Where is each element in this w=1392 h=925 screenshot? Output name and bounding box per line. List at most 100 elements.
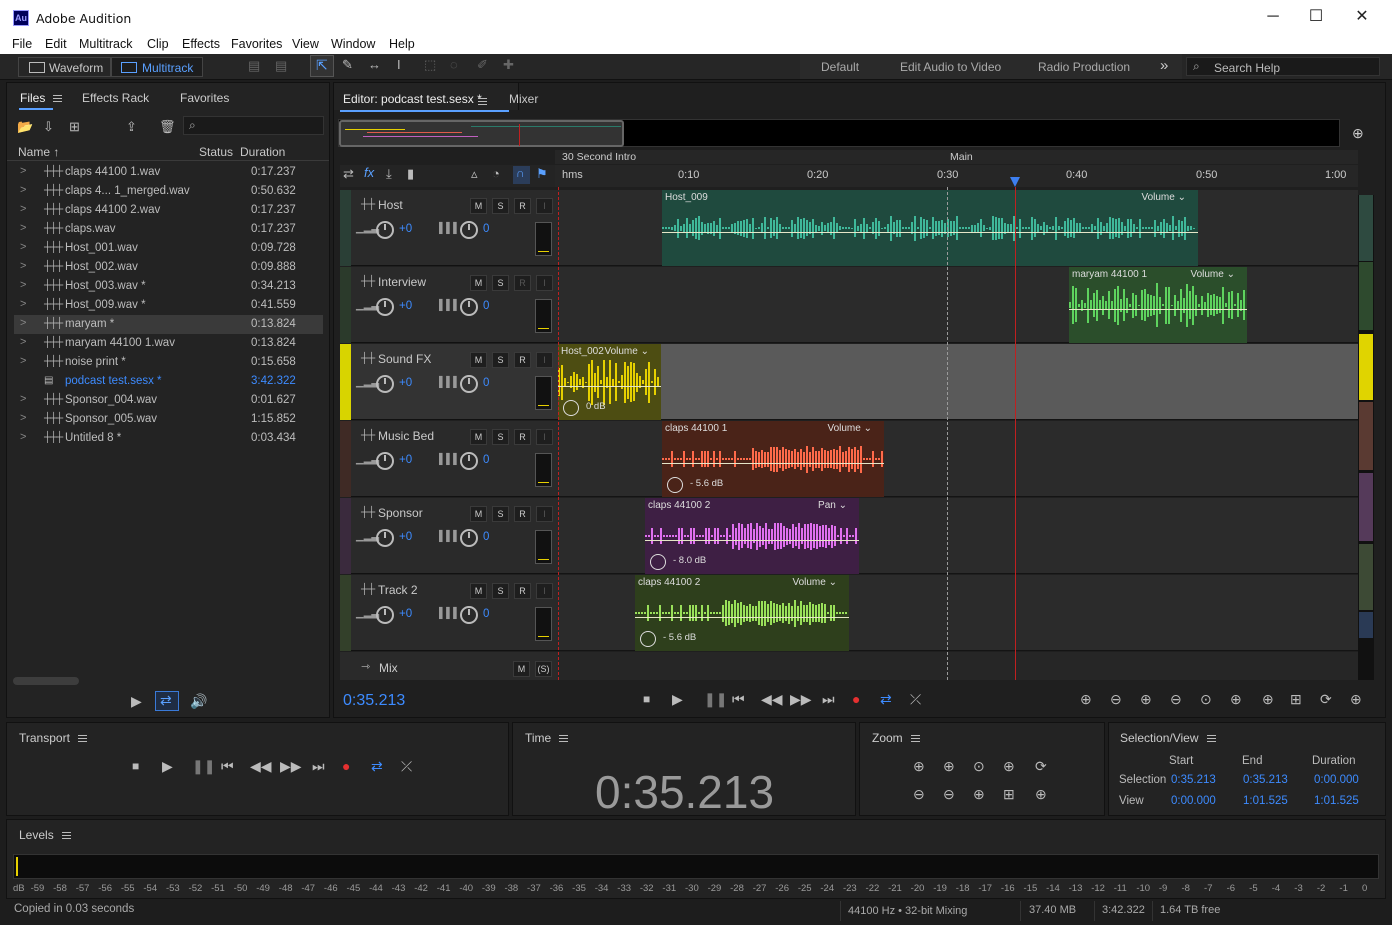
import-file-icon[interactable]: ⇩ — [43, 119, 54, 135]
solo-button[interactable]: S — [492, 352, 509, 368]
zoom-out-full-icon[interactable]: ⊙ — [1200, 691, 1212, 708]
razor-tool-icon[interactable]: ✎ — [342, 57, 353, 73]
zoom-in-at-end-icon[interactable]: ⊕ — [973, 786, 985, 803]
expand-chevron-icon[interactable]: > — [20, 241, 26, 253]
workspace-default[interactable]: Default — [821, 60, 859, 74]
fast-forward-icon[interactable]: ▶▶ — [790, 691, 812, 708]
column-duration[interactable]: Duration — [240, 145, 285, 159]
expand-chevron-icon[interactable]: > — [20, 355, 26, 367]
envelope-line[interactable] — [1069, 309, 1247, 310]
zoom-reset-icon[interactable]: ⟳ — [1320, 691, 1332, 708]
selection-end-field[interactable]: 0:35.213 — [1243, 774, 1288, 786]
pan-knob[interactable] — [460, 375, 478, 393]
zoom-out-time-icon[interactable]: ⊖ — [943, 786, 955, 803]
metronome-icon[interactable]: ▵ — [471, 166, 478, 182]
pan-knob[interactable] — [460, 221, 478, 239]
close-button[interactable]: ✕ — [1339, 0, 1385, 34]
play-icon[interactable]: ▶ — [162, 758, 173, 775]
menu-effects[interactable]: Effects — [182, 37, 220, 51]
delete-icon[interactable]: 🗑 — [159, 119, 176, 135]
envelope-line[interactable] — [635, 617, 849, 618]
file-list-item[interactable]: > ┼┼┼ claps.wav 0:17.237 — [14, 220, 323, 239]
playhead-line[interactable] — [1015, 187, 1016, 680]
track-lane[interactable]: Host_009 Volume ⌄ — [558, 190, 1358, 266]
rewind-icon[interactable]: ◀◀ — [761, 691, 783, 708]
clip-envelope-selector[interactable]: Pan ⌄ — [818, 500, 847, 511]
tab-effects-rack[interactable]: Effects Rack — [82, 91, 149, 105]
pan-value[interactable]: 0 — [483, 608, 489, 620]
file-list-item[interactable]: > ┼┼┼ maryam * 0:13.824 — [14, 315, 323, 334]
record-safe-icon[interactable]: ◔ — [492, 166, 500, 181]
file-list-item[interactable]: > ┼┼┼ noise print * 0:15.658 — [14, 353, 323, 372]
track-name[interactable]: Sound FX — [378, 352, 431, 366]
track-lane[interactable]: claps 44100 2 Volume ⌄ - 5.6 dB — [558, 575, 1358, 651]
menu-clip[interactable]: Clip — [147, 37, 169, 51]
solo-button[interactable]: S — [492, 429, 509, 445]
view-start-field[interactable]: 0:00.000 — [1171, 795, 1216, 807]
tab-mixer[interactable]: Mixer — [509, 92, 538, 106]
monitor-input-button[interactable]: I — [536, 352, 553, 368]
panel-menu-icon[interactable] — [61, 832, 71, 840]
envelope-line[interactable] — [662, 463, 884, 464]
track-name[interactable]: Track 2 — [378, 583, 418, 597]
solo-button[interactable]: S — [492, 198, 509, 214]
zoom-out-amplitude-icon[interactable]: ⊖ — [913, 786, 925, 803]
effects-rack-icon[interactable]: fx — [364, 165, 374, 180]
audio-clip[interactable]: Host_002 Volume ⌄ 0 dB — [558, 344, 661, 420]
time-selection-tool-icon[interactable]: I — [397, 57, 401, 72]
zoom-in-at-start-icon[interactable]: ⊕ — [1003, 758, 1015, 775]
pan-knob[interactable] — [460, 452, 478, 470]
zoom-in-time-icon[interactable]: ⊕ — [1140, 691, 1152, 708]
solo-button[interactable]: S — [492, 583, 509, 599]
zoom-in-at-end-icon[interactable]: ⊕ — [1262, 691, 1274, 708]
stop-icon[interactable]: ■ — [132, 759, 139, 773]
audio-clip[interactable]: claps 44100 1 Volume ⌄ - 5.6 dB — [662, 421, 884, 497]
clip-envelope-selector[interactable]: Volume ⌄ — [1141, 192, 1186, 203]
volume-value[interactable]: +0 — [399, 454, 412, 466]
overview-bar[interactable] — [338, 119, 1340, 147]
track-header[interactable]: ┼┼ Music Bed M S R I ▁▂▃ +0 ▌▌▌ 0 — [340, 421, 558, 497]
zoom-to-fit-icon[interactable]: ⊕ — [1352, 125, 1364, 142]
horizontal-scrollbar[interactable] — [13, 677, 79, 685]
zoom-in-time-icon[interactable]: ⊕ — [943, 758, 955, 775]
expand-chevron-icon[interactable]: > — [20, 393, 26, 405]
mute-button[interactable]: M — [470, 506, 487, 522]
column-name[interactable]: Name ↑ — [18, 145, 59, 159]
move-playhead-to-previous-icon[interactable]: ⏮ — [221, 758, 234, 775]
expand-chevron-icon[interactable]: > — [20, 222, 26, 234]
eq-icon[interactable]: ▮ — [407, 166, 414, 182]
file-list-item[interactable]: > ┼┼┼ Host_002.wav 0:09.888 — [14, 258, 323, 277]
move-playhead-to-next-icon[interactable]: ⏭ — [822, 691, 835, 708]
inputs-outputs-icon[interactable]: ⇄ — [343, 166, 354, 182]
audio-clip[interactable]: claps 44100 2 Pan ⌄ - 8.0 dB — [645, 498, 859, 574]
mute-button[interactable]: M — [470, 275, 487, 291]
envelope-line[interactable] — [645, 540, 859, 541]
playhead-handle-icon[interactable] — [1010, 177, 1020, 187]
auto-play-icon[interactable]: 🔊 — [190, 693, 207, 710]
clip-envelope-selector[interactable]: Volume ⌄ — [827, 423, 872, 434]
solo-button[interactable]: S — [492, 275, 509, 291]
mute-button[interactable]: M — [470, 429, 487, 445]
zoom-out-amplitude-icon[interactable]: ⊖ — [1110, 691, 1122, 708]
mute-button[interactable]: M — [470, 352, 487, 368]
clip-envelope-selector[interactable]: Volume ⌄ — [792, 577, 837, 588]
file-list-item[interactable]: > ┼┼┼ Host_009.wav * 0:41.559 — [14, 296, 323, 315]
pan-value[interactable]: 0 — [483, 377, 489, 389]
file-list-item[interactable]: > ┼┼┼ maryam 44100 1.wav 0:13.824 — [14, 334, 323, 353]
zoom-in-at-start-icon[interactable]: ⊕ — [1230, 691, 1242, 708]
audio-clip[interactable]: claps 44100 2 Volume ⌄ - 5.6 dB — [635, 575, 849, 651]
open-file-icon[interactable]: 📂 — [17, 119, 33, 135]
files-search-input[interactable]: ⌕ — [183, 116, 324, 135]
expand-chevron-icon[interactable]: > — [20, 317, 26, 329]
marker-main[interactable]: Main — [950, 151, 973, 163]
zoom-in-amplitude-icon[interactable]: ⊕ — [913, 758, 925, 775]
volume-knob[interactable] — [376, 221, 394, 239]
track-header[interactable]: ┼┼ Sponsor M S R I ▁▂▃ +0 ▌▌▌ 0 — [340, 498, 558, 574]
file-list-item[interactable]: > ┼┼┼ claps 4... 1_merged.wav 0:50.632 — [14, 182, 323, 201]
pan-knob[interactable] — [460, 298, 478, 316]
expand-chevron-icon[interactable]: > — [20, 279, 26, 291]
snap-button[interactable]: ∩ — [513, 166, 530, 184]
workspace-edit-audio-to-video[interactable]: Edit Audio to Video — [900, 60, 1001, 74]
pan-value[interactable]: 0 — [483, 300, 489, 312]
zoom-out-time-icon[interactable]: ⊖ — [1170, 691, 1182, 708]
